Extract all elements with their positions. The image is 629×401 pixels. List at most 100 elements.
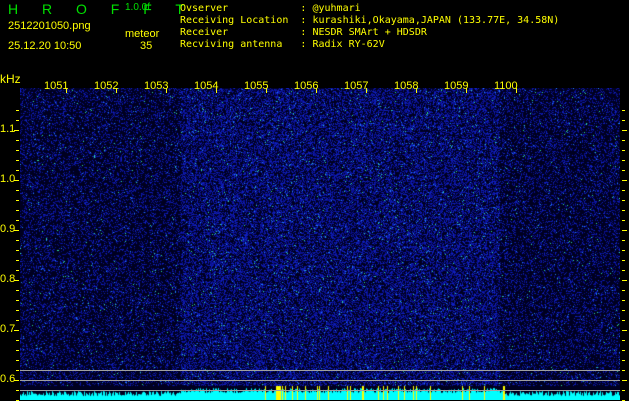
- info-label: Receiver :: [180, 27, 307, 38]
- info-value: @yuhmari: [312, 3, 361, 14]
- y-tick: [622, 130, 627, 131]
- y-tick-label: 1.0: [0, 173, 16, 185]
- x-tick-label: 1059: [444, 80, 469, 92]
- y-tick: [16, 150, 19, 151]
- x-tick: [66, 88, 67, 93]
- x-tick: [316, 88, 317, 93]
- x-tick: [216, 88, 217, 93]
- x-tick: [466, 88, 467, 93]
- info-row-observer: Ovserver : @yuhmari: [180, 3, 559, 15]
- info-label: Recviving antenna :: [180, 39, 307, 50]
- y-tick: [16, 240, 19, 241]
- y-tick: [16, 140, 19, 141]
- y-tick: [16, 340, 19, 341]
- info-row-antenna: Recviving antenna : Radix RY-62V: [180, 39, 559, 51]
- y-tick: [14, 280, 19, 281]
- x-tick: [416, 88, 417, 93]
- y-tick: [16, 220, 19, 221]
- y-tick: [622, 170, 625, 171]
- y-tick: [622, 340, 625, 341]
- y-tick: [622, 350, 625, 351]
- x-tick-label: 1053: [144, 80, 169, 92]
- info-row-location: Receiving Location : kurashiki,Okayama,J…: [180, 15, 559, 27]
- y-tick-label: 0.8: [0, 273, 16, 285]
- y-tick: [622, 260, 625, 261]
- spectrogram: [20, 88, 620, 400]
- y-tick: [16, 270, 19, 271]
- meteor-label: meteor: [125, 28, 160, 40]
- threshold-line: [20, 370, 620, 371]
- x-tick: [366, 88, 367, 93]
- y-tick: [14, 230, 19, 231]
- y-tick: [14, 130, 19, 131]
- version: 1.0.0f: [125, 2, 151, 13]
- unit-label: kHz: [0, 72, 21, 86]
- y-tick: [622, 310, 625, 311]
- y-tick: [622, 360, 625, 361]
- y-tick: [16, 320, 19, 321]
- y-tick: [16, 390, 19, 391]
- x-tick-label: 1051: [44, 80, 69, 92]
- y-tick: [622, 120, 625, 121]
- x-tick-label: 1058: [394, 80, 419, 92]
- y-tick: [16, 310, 19, 311]
- y-tick: [622, 200, 625, 201]
- datetime: 25.12.20 10:50: [8, 40, 82, 52]
- y-tick: [622, 270, 625, 271]
- y-tick: [622, 250, 625, 251]
- x-tick: [266, 88, 267, 93]
- y-tick: [622, 140, 625, 141]
- y-tick: [622, 210, 625, 211]
- y-tick: [16, 370, 19, 371]
- y-tick: [16, 160, 19, 161]
- y-tick: [16, 170, 19, 171]
- x-tick-label: 1056: [294, 80, 319, 92]
- x-tick-label: 1100: [494, 80, 518, 92]
- y-tick: [622, 300, 625, 301]
- meteor-count: 35: [140, 40, 153, 52]
- y-tick-label: 0.6: [0, 373, 16, 385]
- y-tick-label: 0.9: [0, 223, 16, 235]
- y-tick: [16, 290, 19, 291]
- y-tick: [622, 110, 625, 111]
- y-tick: [16, 120, 19, 121]
- info-value: kurashiki,Okayama,JAPAN (133.77E, 34.58N…: [312, 15, 560, 26]
- y-tick: [16, 190, 19, 191]
- y-tick: [622, 320, 625, 321]
- y-tick: [14, 330, 19, 331]
- y-tick: [622, 160, 625, 161]
- x-tick: [116, 88, 117, 93]
- y-tick: [16, 300, 19, 301]
- y-tick: [622, 230, 627, 231]
- y-tick: [622, 390, 625, 391]
- y-tick-label: 0.7: [0, 323, 16, 335]
- y-tick: [622, 290, 625, 291]
- info-label: Ovserver :: [180, 3, 307, 14]
- y-tick: [16, 350, 19, 351]
- y-tick: [14, 380, 19, 381]
- y-tick: [16, 360, 19, 361]
- threshold-line: [20, 380, 620, 381]
- y-tick: [16, 250, 19, 251]
- x-tick: [516, 88, 517, 93]
- app-logo: H R O F F T: [8, 1, 194, 17]
- x-tick-label: 1052: [94, 80, 119, 92]
- y-tick: [14, 180, 19, 181]
- y-tick: [622, 380, 627, 381]
- y-tick: [622, 330, 627, 331]
- y-tick: [16, 200, 19, 201]
- y-tick: [622, 370, 625, 371]
- info-block: Ovserver : @yuhmari Receiving Location : …: [180, 3, 559, 51]
- info-label: Receiving Location :: [180, 15, 307, 26]
- info-row-receiver: Receiver : NESDR SMArt + HDSDR: [180, 27, 559, 39]
- y-tick: [622, 180, 627, 181]
- y-tick: [622, 280, 627, 281]
- threshold-line: [20, 390, 620, 391]
- y-tick: [16, 110, 19, 111]
- x-tick-label: 1054: [194, 80, 219, 92]
- y-tick: [622, 240, 625, 241]
- y-tick: [622, 220, 625, 221]
- y-tick: [16, 260, 19, 261]
- x-tick: [166, 88, 167, 93]
- y-tick: [622, 190, 625, 191]
